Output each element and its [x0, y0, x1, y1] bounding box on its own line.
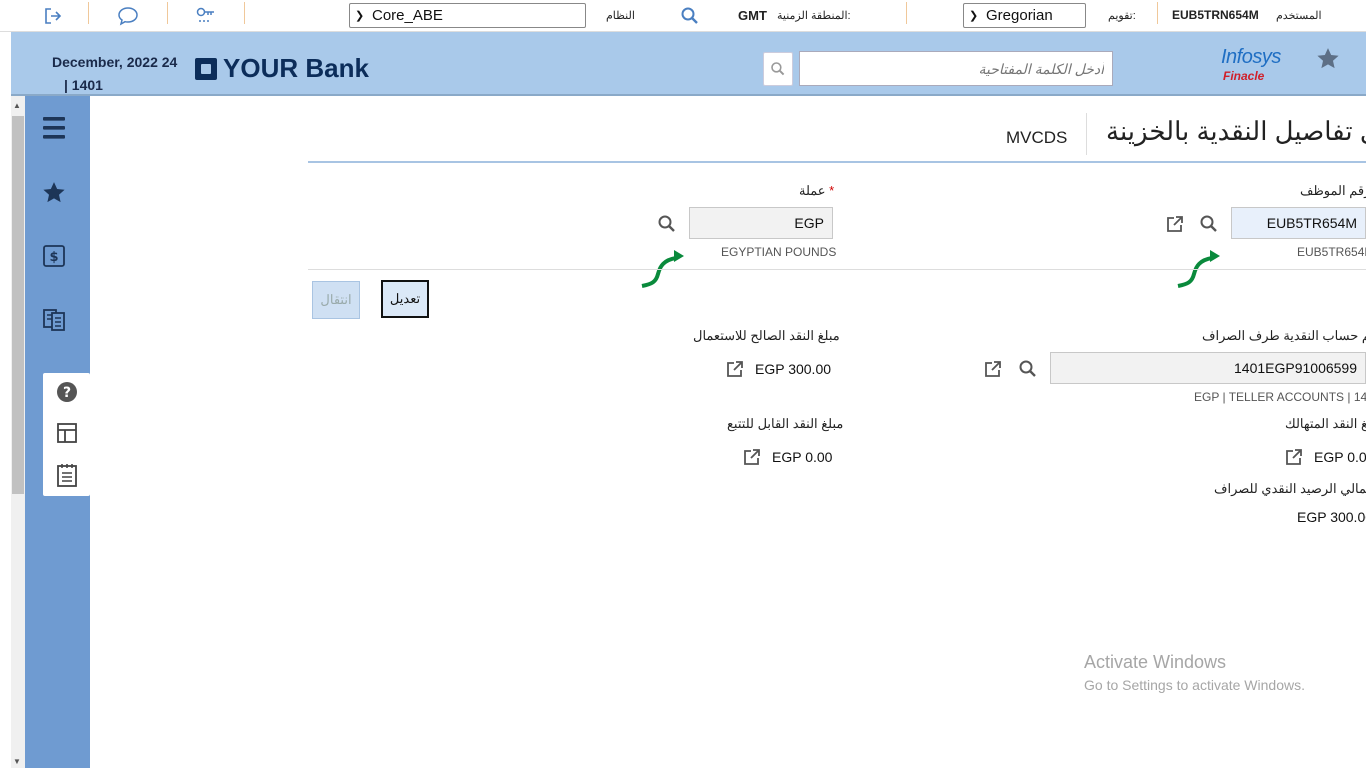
modify-button[interactable]: تعديل — [381, 280, 429, 318]
user-value: EUB5TRN654M — [1172, 8, 1259, 22]
calendar-select-value: Gregorian — [986, 7, 1053, 24]
teller-account-open-link-icon[interactable] — [982, 358, 1004, 380]
traceable-cash-label: مبلغ النقد القابل للتتبع — [727, 416, 844, 431]
user-label: المستخدم — [1276, 10, 1322, 22]
worn-cash-value: EGP 0.00 — [1314, 449, 1366, 465]
currency-value: EGP — [794, 215, 824, 231]
employee-sub-text: EUB5TR654M — [1297, 245, 1366, 259]
svg-text:?: ? — [63, 385, 71, 401]
currency-label: * عملة — [799, 183, 834, 199]
bank-name: YOUR Bank — [223, 53, 369, 83]
function-code: MVCDS — [1006, 128, 1068, 147]
required-marker: * — [829, 183, 835, 198]
calendar-select[interactable]: ❯ Gregorian — [963, 3, 1086, 28]
layout-icon[interactable] — [56, 422, 78, 449]
keyword-search-input[interactable] — [799, 51, 1113, 86]
system-select-value: Core_ABE — [372, 7, 443, 24]
green-arrow-icon — [641, 250, 684, 288]
employee-search-icon[interactable] — [1198, 213, 1220, 235]
teller-account-value: 1401EGP91006599 — [1234, 360, 1357, 376]
title-underline — [308, 161, 1366, 163]
scroll-up-arrow-icon[interactable]: ▲ — [13, 101, 21, 110]
search-icon[interactable] — [677, 4, 703, 28]
total-balance-value: EGP 300.00 — [1297, 509, 1366, 525]
traceable-cash-open-link-icon[interactable] — [741, 446, 763, 468]
system-select[interactable]: ❯ Core_ABE — [349, 3, 586, 28]
divider — [88, 2, 89, 24]
menu-icon[interactable] — [39, 113, 69, 143]
traceable-cash-value: EGP 0.00 — [772, 449, 833, 465]
employee-label-text: رقم الموظف — [1300, 183, 1366, 198]
vendor-logo: Infosys — [1221, 46, 1281, 68]
divider — [167, 2, 168, 24]
total-balance-label: إجمالي الرصيد النقدي للصراف — [1214, 481, 1366, 496]
sidebar-tools-panel: ? — [43, 373, 90, 496]
divider — [906, 2, 907, 24]
usable-cash-label: مبلغ النقد الصالح للاستعمال — [693, 328, 840, 343]
activation-watermark-text: Go to Settings to activate Windows. — [1084, 677, 1305, 693]
chat-icon[interactable] — [115, 4, 141, 28]
currency-input[interactable]: EGP — [689, 207, 833, 239]
logout-icon[interactable] — [40, 4, 66, 28]
teller-account-sub-text: EGP | TELLER ACCOUNTS | 1401 — [1194, 390, 1366, 404]
navigate-button[interactable]: انتقال — [312, 281, 360, 319]
timezone-label: المنطقة الزمنية: — [777, 10, 851, 22]
chevron-down-icon: ❯ — [969, 10, 979, 22]
key-icon[interactable] — [193, 4, 219, 28]
documents-icon[interactable] — [39, 304, 69, 334]
notes-icon[interactable] — [56, 462, 78, 493]
page-title: تعديل تفاصيل النقدية بالخزينة — [1106, 116, 1366, 146]
employee-label: * رقم الموظف — [1300, 183, 1366, 199]
divider — [244, 2, 245, 24]
search-button[interactable] — [763, 52, 793, 86]
employee-open-link-icon[interactable] — [1164, 213, 1186, 235]
currency-sub-text: EGYPTIAN POUNDS — [721, 245, 837, 259]
title-divider — [1086, 113, 1087, 155]
form-divider — [308, 269, 1366, 270]
currency-label-text: عملة — [799, 183, 826, 198]
teller-account-input[interactable]: 1401EGP91006599 — [1050, 352, 1366, 384]
teller-account-search-icon[interactable] — [1017, 358, 1039, 380]
teller-account-label: رقم حساب النقدية طرف الصراف — [1202, 328, 1366, 343]
favorite-star-icon[interactable] — [1315, 46, 1341, 77]
green-arrow-icon — [1177, 250, 1220, 288]
calendar-label: تقويم: — [1108, 10, 1136, 22]
app-header: December, 2022 24 | 1401 YOUR Bank Infos… — [11, 32, 1366, 96]
favorites-star-icon[interactable] — [39, 178, 69, 208]
employee-id-input[interactable]: EUB5TR654M — [1231, 207, 1366, 239]
system-label: النظام — [606, 10, 635, 22]
scroll-down-arrow-icon[interactable]: ▼ — [13, 757, 21, 766]
help-icon[interactable]: ? — [56, 381, 78, 408]
business-date: December, 2022 24 — [52, 54, 178, 70]
bank-logo — [195, 58, 217, 80]
employee-id-value: EUB5TR654M — [1266, 215, 1357, 231]
worn-cash-label: مبلغ النقد المتهالك — [1285, 416, 1366, 431]
activation-watermark-title: Activate Windows — [1084, 652, 1227, 672]
usable-cash-open-link-icon[interactable] — [724, 358, 746, 380]
divider — [1157, 2, 1158, 24]
timezone-value: GMT — [738, 8, 767, 23]
top-bar: ❯ Core_ABE النظام GMT المنطقة الزمنية: ❯… — [0, 0, 1366, 32]
svg-text:$: $ — [49, 250, 58, 265]
branch-code: | 1401 — [64, 77, 103, 93]
worn-cash-open-link-icon[interactable] — [1283, 446, 1305, 468]
currency-search-icon[interactable] — [656, 213, 678, 235]
product-logo: Finacle — [1223, 69, 1265, 83]
chevron-down-icon: ❯ — [355, 10, 365, 22]
scrollbar-thumb[interactable] — [12, 116, 24, 494]
usable-cash-value: EGP 300.00 — [755, 361, 832, 377]
cash-transaction-icon[interactable]: $ — [39, 241, 69, 271]
